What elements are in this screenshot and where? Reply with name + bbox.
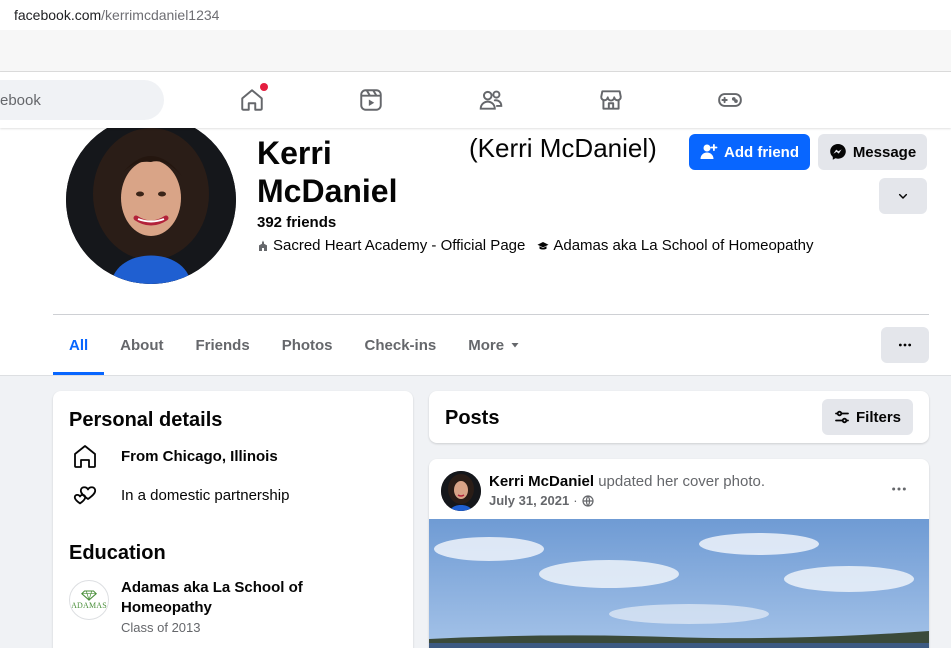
url-path: /kerrimcdaniel1234 bbox=[101, 7, 220, 23]
school-class: Class of 2013 bbox=[121, 620, 201, 635]
tab-label: All bbox=[69, 336, 89, 354]
intro-card: Personal details From Chicago, Illinois … bbox=[53, 391, 413, 648]
add-friend-label: Add friend bbox=[724, 143, 799, 161]
more-dots-icon bbox=[898, 343, 912, 347]
alternate-name: (Kerri McDaniel) bbox=[469, 133, 657, 163]
affiliation-education[interactable]: Adamas aka La School of Homeopathy bbox=[537, 237, 814, 254]
post-action: updated her cover photo. bbox=[594, 473, 766, 490]
post-headline: Kerri McDaniel updated her cover photo. bbox=[489, 473, 765, 490]
school-icon bbox=[259, 240, 267, 251]
filters-icon bbox=[835, 410, 849, 424]
avatar-image bbox=[441, 471, 481, 511]
browser-toolbar-strip bbox=[0, 30, 951, 72]
home-icon bbox=[74, 445, 96, 468]
diamond-icon bbox=[81, 590, 97, 601]
tab-more[interactable]: More bbox=[452, 315, 536, 375]
tab-about[interactable]: About bbox=[104, 315, 179, 375]
add-friend-button[interactable]: Add friend bbox=[689, 134, 810, 170]
messenger-icon bbox=[830, 144, 846, 160]
post-options-button[interactable] bbox=[885, 475, 913, 503]
globe-icon[interactable] bbox=[581, 494, 594, 507]
gaming-icon bbox=[718, 93, 742, 107]
affiliation-school[interactable]: Sacred Heart Academy - Official Page bbox=[257, 237, 525, 254]
marketplace-icon bbox=[600, 90, 622, 110]
post-author-name[interactable]: Kerri McDaniel bbox=[489, 473, 594, 490]
caret-down-icon bbox=[511, 343, 519, 348]
cover-photo-image[interactable] bbox=[429, 519, 929, 648]
hearts-icon bbox=[73, 486, 97, 505]
reels-icon bbox=[360, 89, 382, 111]
school-logo[interactable]: ADAMAS bbox=[69, 580, 109, 620]
tab-label: Check-ins bbox=[364, 336, 437, 354]
tab-label: About bbox=[120, 336, 164, 354]
affiliation-label: Sacred Heart Academy - Official Page bbox=[273, 237, 526, 254]
personal-details-title: Personal details bbox=[69, 409, 223, 431]
home-icon bbox=[241, 89, 263, 111]
graduation-cap-icon bbox=[537, 241, 549, 249]
tab-photos[interactable]: Photos bbox=[266, 315, 349, 375]
url-host: facebook.com bbox=[14, 7, 102, 23]
post-meta: July 31, 2021 · bbox=[489, 493, 594, 508]
detail-text: From Chicago, Illinois bbox=[121, 447, 278, 465]
notification-dot bbox=[260, 83, 268, 91]
nav-gaming[interactable] bbox=[716, 86, 744, 114]
top-navigation bbox=[0, 72, 951, 128]
more-dots-icon bbox=[892, 487, 906, 491]
address-bar[interactable]: facebook.com/kerrimcdaniel1234 bbox=[0, 0, 951, 30]
message-label: Message bbox=[852, 143, 917, 161]
nav-home[interactable] bbox=[238, 83, 268, 114]
nav-friends[interactable] bbox=[477, 86, 505, 114]
message-button[interactable]: Message bbox=[818, 134, 927, 170]
tab-all[interactable]: All bbox=[53, 315, 105, 375]
affiliations: Sacred Heart Academy - Official Page Ada… bbox=[257, 237, 814, 254]
posts-header-card: Posts Filters bbox=[429, 391, 929, 443]
post-date[interactable]: July 31, 2021 bbox=[489, 493, 569, 508]
school-logo-text: ADAMAS bbox=[71, 601, 107, 610]
education-title: Education bbox=[69, 542, 166, 564]
post-card: Kerri McDaniel updated her cover photo. … bbox=[429, 459, 929, 648]
tab-friends[interactable]: Friends bbox=[180, 315, 266, 375]
affiliation-label: Adamas aka La School of Homeopathy bbox=[553, 237, 814, 254]
filters-button[interactable]: Filters bbox=[822, 399, 913, 435]
filters-label: Filters bbox=[855, 408, 901, 426]
meta-separator: · bbox=[573, 493, 578, 508]
tab-label: More bbox=[468, 336, 505, 354]
more-options-button[interactable] bbox=[881, 327, 929, 363]
detail-hometown: From Chicago, Illinois bbox=[69, 441, 278, 471]
add-friend-icon bbox=[700, 144, 718, 159]
nav-reels[interactable] bbox=[357, 86, 385, 114]
nav-marketplace[interactable] bbox=[597, 86, 625, 114]
friends-icon bbox=[479, 90, 503, 110]
profile-name: Kerri McDaniel bbox=[257, 135, 398, 209]
chevron-down-icon bbox=[898, 193, 908, 199]
profile-header: Kerri McDaniel (Kerri McDaniel) 392 frie… bbox=[0, 116, 951, 376]
posts-title: Posts bbox=[445, 407, 500, 429]
detail-relationship: In a domestic partnership bbox=[69, 480, 289, 510]
profile-tabs: All About Friends Photos Check-ins More bbox=[53, 315, 536, 375]
school-name[interactable]: Adamas aka La School of Homeopathy bbox=[121, 578, 351, 618]
friends-count[interactable]: 392 friends bbox=[257, 214, 336, 231]
profile-picture[interactable] bbox=[66, 116, 236, 284]
search-input[interactable] bbox=[0, 80, 164, 120]
tab-check-ins[interactable]: Check-ins bbox=[349, 315, 453, 375]
detail-text: In a domestic partnership bbox=[121, 486, 290, 504]
post-author-avatar[interactable] bbox=[441, 471, 481, 511]
profile-photo-image bbox=[66, 116, 236, 284]
profile-options-dropdown[interactable] bbox=[879, 178, 927, 214]
tab-label: Friends bbox=[195, 336, 250, 354]
tab-label: Photos bbox=[281, 336, 333, 354]
